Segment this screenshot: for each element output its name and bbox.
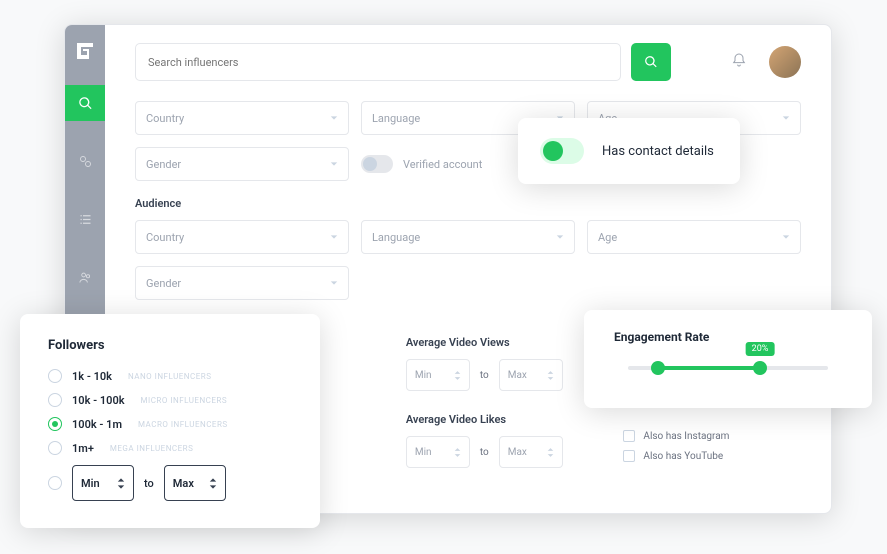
chevron-down-icon xyxy=(330,114,338,122)
avg-likes-title: Average Video Likes xyxy=(406,413,584,426)
chevron-down-icon xyxy=(547,376,554,381)
chevron-down-icon xyxy=(782,114,790,122)
followers-card: Followers 1k - 10kNANO INFLUENCERS 10k -… xyxy=(20,314,320,528)
verified-label: Verified account xyxy=(403,158,482,171)
chevron-down-icon xyxy=(209,484,217,490)
notifications-button[interactable] xyxy=(731,52,747,72)
audience-gender[interactable]: Gender xyxy=(135,266,349,300)
chevron-down-icon xyxy=(454,453,461,458)
chevron-up-icon xyxy=(454,370,461,375)
search-input[interactable] xyxy=(135,43,621,81)
followers-min-stepper[interactable]: Min xyxy=(72,465,134,501)
sidebar-item-discover[interactable] xyxy=(65,143,105,179)
audience-country[interactable]: Country xyxy=(135,220,349,254)
also-instagram-checkbox[interactable]: Also has Instagram xyxy=(623,430,801,442)
engagement-title: Engagement Rate xyxy=(614,330,842,344)
engagement-slider[interactable]: 20% xyxy=(628,366,828,370)
followers-option-nano[interactable]: 1k - 10kNANO INFLUENCERS xyxy=(48,369,292,383)
chevron-down-icon xyxy=(330,160,338,168)
followers-max-stepper[interactable]: Max xyxy=(164,465,226,501)
followers-option-custom[interactable] xyxy=(48,476,62,490)
avatar[interactable] xyxy=(769,46,801,78)
views-min-stepper[interactable]: Min xyxy=(406,359,470,391)
chevron-up-icon xyxy=(547,447,554,452)
followers-option-micro[interactable]: 10k - 100kMICRO INFLUENCERS xyxy=(48,393,292,407)
search-bar xyxy=(135,43,801,81)
contact-details-card: Has contact details xyxy=(518,118,740,184)
chevron-up-icon xyxy=(454,447,461,452)
chevron-down-icon xyxy=(330,279,338,287)
likes-max-stepper[interactable]: Max xyxy=(499,436,563,468)
audience-title: Audience xyxy=(135,197,801,210)
followers-option-macro[interactable]: 100k - 1mMACRO INFLUENCERS xyxy=(48,417,292,431)
bell-icon xyxy=(731,52,747,68)
views-max-stepper[interactable]: Max xyxy=(499,359,563,391)
followers-option-mega[interactable]: 1m+MEGA INFLUENCERS xyxy=(48,441,292,455)
search-button[interactable] xyxy=(631,43,671,81)
sidebar-item-search[interactable] xyxy=(65,85,105,121)
audience-language[interactable]: Language xyxy=(361,220,575,254)
chevron-down-icon xyxy=(117,484,125,490)
slider-thumb-start[interactable] xyxy=(651,361,665,375)
engagement-card: Engagement Rate 20% xyxy=(584,310,872,408)
verified-toggle[interactable] xyxy=(361,155,393,173)
chevron-down-icon xyxy=(454,376,461,381)
contact-label: Has contact details xyxy=(602,144,714,159)
contact-toggle[interactable] xyxy=(540,138,584,164)
app-logo xyxy=(75,41,95,61)
also-youtube-checkbox[interactable]: Also has YouTube xyxy=(623,450,801,462)
chevron-up-icon xyxy=(209,477,217,483)
slider-thumb-end[interactable] xyxy=(753,361,767,375)
filter-country[interactable]: Country xyxy=(135,101,349,135)
sidebar-item-groups[interactable] xyxy=(65,259,105,295)
likes-min-stepper[interactable]: Min xyxy=(406,436,470,468)
search-icon xyxy=(644,55,658,69)
engagement-value: 20% xyxy=(746,342,775,356)
chevron-down-icon xyxy=(330,233,338,241)
filter-gender[interactable]: Gender xyxy=(135,147,349,181)
audience-age[interactable]: Age xyxy=(587,220,801,254)
chevron-down-icon xyxy=(556,233,564,241)
chevron-up-icon xyxy=(117,477,125,483)
sidebar-item-lists[interactable] xyxy=(65,201,105,237)
chevron-down-icon xyxy=(547,453,554,458)
avg-views-title: Average Video Views xyxy=(406,336,584,349)
chevron-up-icon xyxy=(547,370,554,375)
followers-title: Followers xyxy=(48,338,292,353)
chevron-down-icon xyxy=(782,233,790,241)
